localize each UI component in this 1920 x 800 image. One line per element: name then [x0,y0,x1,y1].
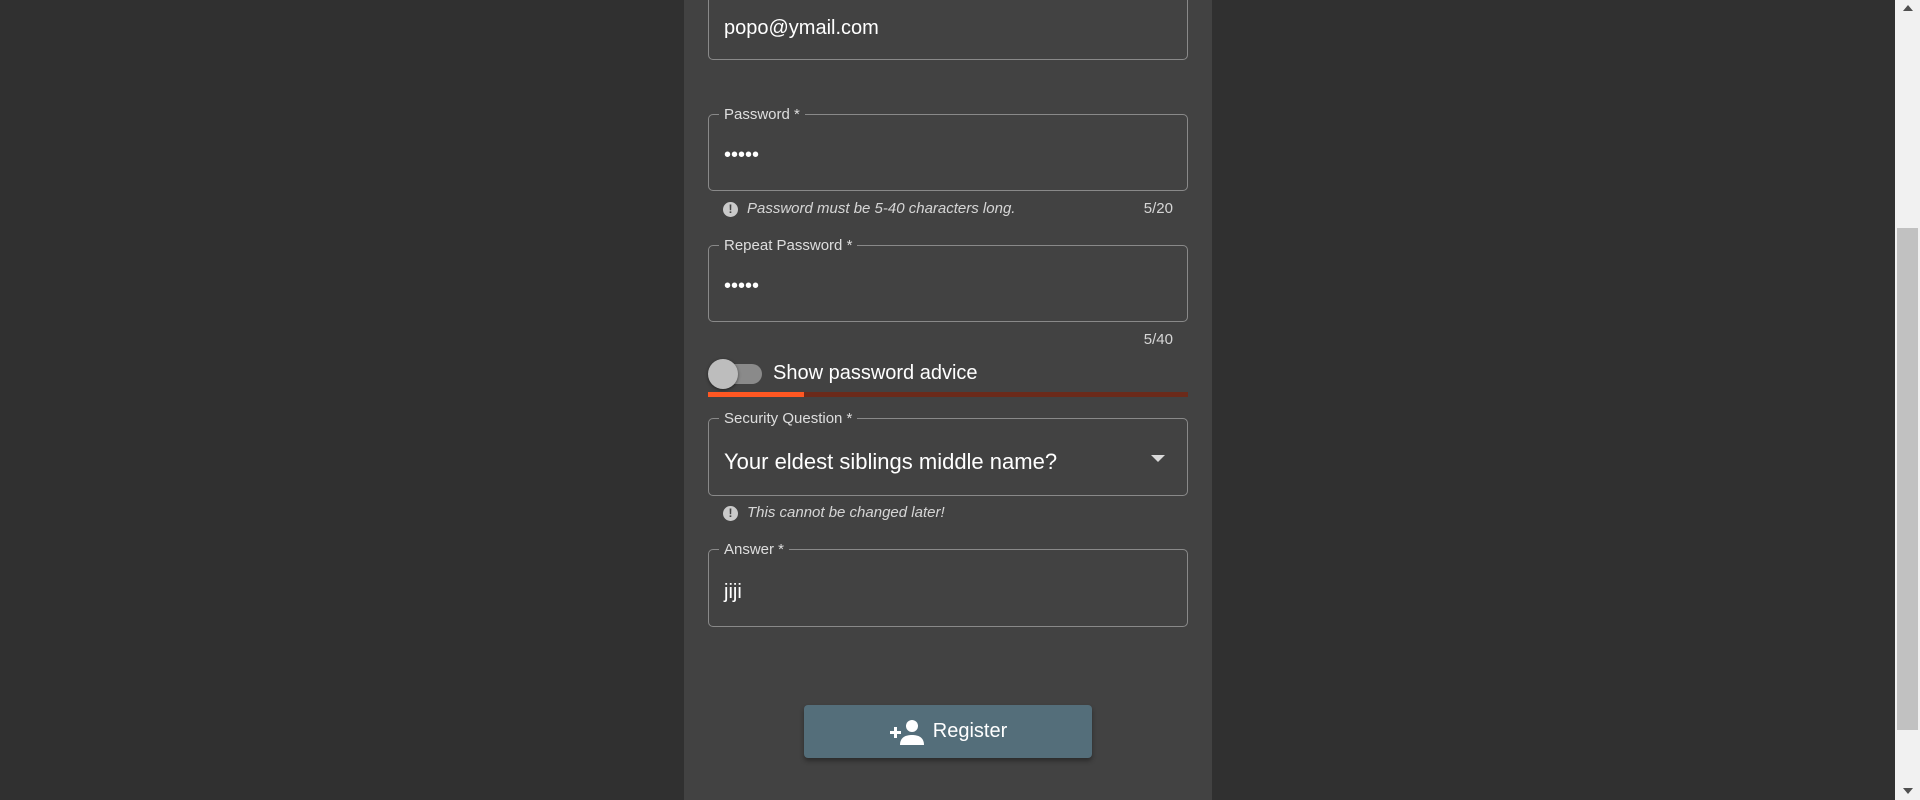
password-counter: 5/20 [1143,200,1173,217]
email-field[interactable]: popo@ymail.com [708,0,1188,60]
repeat-password-label: Repeat Password * [719,237,858,255]
email-input-value: popo@ymail.com [724,17,879,39]
scroll-up-icon[interactable] [1903,5,1913,11]
scrollbar-thumb[interactable] [1897,228,1918,730]
password-advice-toggle-row: Show password advice [708,359,1188,389]
security-question-hint-row: ! This cannot be changed later! [708,504,1188,524]
repeat-password-counter: 5/40 [1143,331,1173,348]
register-button[interactable]: Register [804,705,1092,758]
security-question-hint: This cannot be changed later! [747,504,945,521]
password-hint-row: ! Password must be 5-40 characters long.… [708,200,1188,220]
registration-card: popo@ymail.com Password * ••••• ! Passwo… [684,0,1212,800]
answer-input-value: jiji [724,581,742,603]
security-question-label: Security Question * [719,410,858,428]
repeat-password-field[interactable]: Repeat Password * ••••• [708,237,1188,322]
answer-field[interactable]: Answer * jiji [708,541,1188,627]
password-field[interactable]: Password * ••••• [708,106,1188,191]
password-hint: Password must be 5-40 characters long. [747,200,1016,217]
dropdown-arrow-icon[interactable] [1151,455,1165,462]
security-question-select[interactable]: Security Question * Your eldest siblings… [708,410,1188,496]
security-question-value: Your eldest siblings middle name? [724,449,1058,474]
password-strength-bar [708,392,1188,397]
exclamation-circle-icon: ! [723,202,738,217]
password-advice-label[interactable]: Show password advice [773,362,978,385]
exclamation-circle-icon: ! [723,506,738,521]
page-scrollbar[interactable] [1895,0,1920,800]
scroll-down-icon[interactable] [1903,788,1913,794]
person-add-icon [889,719,924,745]
repeat-password-input-value: ••••• [724,275,760,297]
answer-label: Answer * [719,541,790,559]
register-button-label: Register [932,720,1008,742]
repeat-password-hint-row: 5/40 [708,331,1188,351]
page: popo@ymail.com Password * ••••• ! Passwo… [0,0,1920,800]
password-strength-fill [708,392,804,397]
password-input-value: ••••• [724,144,760,166]
password-label: Password * [719,106,805,124]
toggle-thumb[interactable] [708,359,738,389]
